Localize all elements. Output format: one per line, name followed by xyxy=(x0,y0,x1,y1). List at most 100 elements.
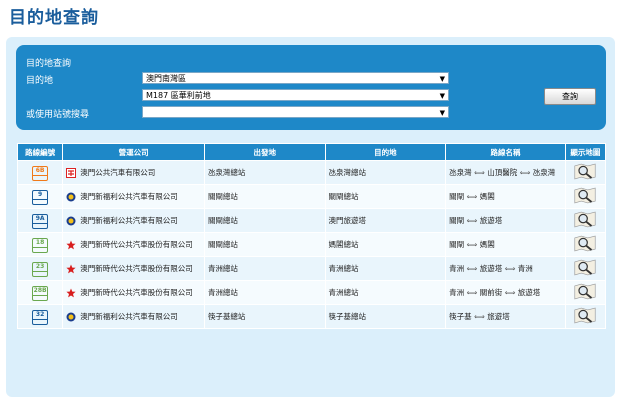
stop-select-value: M187 區華利前地 xyxy=(146,91,211,100)
bus-icon: 32 xyxy=(32,309,49,325)
route-name-stop: 旅遊塔 xyxy=(479,216,503,225)
map-cell xyxy=(564,256,607,281)
company-cell: 澳門新福利公共汽車有限公司 xyxy=(62,208,205,233)
arrow-icon: ⟺ xyxy=(504,264,516,273)
route-name-stop: 旅遊塔 xyxy=(487,312,510,321)
bus-icon: 6B xyxy=(32,165,49,181)
map-magnifier-icon[interactable] xyxy=(572,211,598,231)
header-map: 顯示地圖 xyxy=(564,143,607,161)
company-name: 澳門新福利公共汽車有限公司 xyxy=(80,216,178,225)
destination-select[interactable]: 澳門南灣區 ▼ xyxy=(142,72,449,84)
route-name-stop: 旅遊塔 xyxy=(517,288,541,297)
destination-label: 目的地 xyxy=(26,76,54,86)
destination-cell: 關閘總站 xyxy=(324,184,447,209)
chevron-down-icon: ▼ xyxy=(439,75,445,83)
route-name-stop: 關前街 xyxy=(479,288,503,297)
header-destination: 目的地 xyxy=(324,143,447,161)
arrow-icon: ⟺ xyxy=(466,240,478,249)
origin-cell: 青洲總站 xyxy=(203,256,326,281)
route-number: 32 xyxy=(35,310,45,318)
map-magnifier-icon[interactable] xyxy=(572,259,598,279)
map-cell xyxy=(564,160,607,185)
table-row: 23 澳門新時代公共汽車股份有限公司 青洲總站 青洲總站 青洲 ⟺ 旅遊塔 ⟺ 青洲 xyxy=(16,256,607,281)
company-name: 澳門新時代公共汽車股份有限公司 xyxy=(80,288,193,297)
map-magnifier-icon[interactable] xyxy=(572,283,598,303)
station-select[interactable]: ▼ xyxy=(142,106,449,118)
route-name-stop: 氹泉灣 xyxy=(449,168,472,177)
route-name-cell: 氹泉灣 ⟺ 山頂醫院 ⟺ 氹泉灣 xyxy=(445,160,566,185)
route-number: 9 xyxy=(38,190,43,198)
destination-cell: 氹泉灣總站 xyxy=(324,160,447,185)
company-name: 澳門新時代公共汽車股份有限公司 xyxy=(80,264,193,273)
page-title: 目的地查詢 xyxy=(9,8,99,28)
company-cell: 澳門新時代公共汽車股份有限公司 xyxy=(62,256,205,281)
station-label: 或使用站號搜尋 xyxy=(26,110,90,120)
header-route: 路線編號 xyxy=(16,143,64,161)
company-cell: 澳門新時代公共汽車股份有限公司 xyxy=(62,280,205,305)
route-name-stop: 氹泉灣 xyxy=(532,168,556,177)
table-row: 6B 澳門公共汽車有限公司 氹泉灣總站 氹泉灣總站 氹泉灣 ⟺ 山頂醫院 ⟺ 氹泉灣 xyxy=(16,160,607,185)
map-cell xyxy=(564,304,607,329)
destination-cell: 青洲總站 xyxy=(324,256,447,281)
route-cell: 32 xyxy=(16,304,64,329)
newera-logo-icon xyxy=(66,240,76,250)
search-panel-title: 目的地查詢 xyxy=(26,59,72,69)
transmac-logo-icon xyxy=(66,192,76,202)
company-name: 澳門公共汽車有限公司 xyxy=(80,168,156,177)
table-header-row: 路線編號 營運公司 出發地 目的地 路線名稱 顯示地圖 xyxy=(16,143,607,161)
route-name-stop: 關閘 xyxy=(449,192,465,201)
route-number: 9A xyxy=(35,214,45,222)
map-magnifier-icon[interactable] xyxy=(572,187,598,207)
map-magnifier-icon[interactable] xyxy=(572,307,598,327)
route-name-cell: 筷子基 ⟺ 旅遊塔 xyxy=(445,304,566,329)
route-name-cell: 關閘 ⟺ 媽閣 xyxy=(445,232,566,257)
company-name: 澳門新福利公共汽車有限公司 xyxy=(80,192,178,201)
results-table: 路線編號 營運公司 出發地 目的地 路線名稱 顯示地圖 6B 澳門公共汽車有限公司… xyxy=(16,143,607,329)
header-origin: 出發地 xyxy=(203,143,326,161)
origin-cell: 關閘總站 xyxy=(203,208,326,233)
arrow-icon: ⟺ xyxy=(474,168,485,177)
route-cell: 9 xyxy=(16,184,64,209)
route-cell: 18 xyxy=(16,232,64,257)
search-panel: 目的地查詢 目的地 澳門南灣區 ▼ M187 區華利前地 ▼ 或使用站號搜尋 ▼… xyxy=(16,45,606,130)
company-cell: 澳門新福利公共汽車有限公司 xyxy=(62,304,205,329)
route-name-stop: 筷子基 xyxy=(449,312,472,321)
route-name-stop: 關閘 xyxy=(449,216,465,225)
origin-cell: 筷子基總站 xyxy=(203,304,326,329)
origin-cell: 氹泉灣總站 xyxy=(203,160,326,185)
map-cell xyxy=(564,184,607,209)
bus-icon: 23 xyxy=(32,261,49,277)
map-magnifier-icon[interactable] xyxy=(572,163,598,183)
company-cell: 澳門新時代公共汽車股份有限公司 xyxy=(62,232,205,257)
route-cell: 28B xyxy=(16,280,64,305)
chevron-down-icon: ▼ xyxy=(439,92,445,100)
route-number: 18 xyxy=(35,238,45,246)
chevron-down-icon: ▼ xyxy=(439,109,445,117)
stop-select[interactable]: M187 區華利前地 ▼ xyxy=(142,89,449,101)
table-row: 9A 澳門新福利公共汽車有限公司 關閘總站 澳門旅遊塔 關閘 ⟺ 旅遊塔 xyxy=(16,208,607,233)
search-button[interactable]: 查詢 xyxy=(544,88,596,105)
route-cell: 6B xyxy=(16,160,64,185)
table-row: 28B 澳門新時代公共汽車股份有限公司 青洲總站 青洲總站 青洲 ⟺ 關前街 ⟺ 旅遊塔 xyxy=(16,280,607,305)
map-magnifier-icon[interactable] xyxy=(572,235,598,255)
arrow-icon: ⟺ xyxy=(466,216,478,225)
table-row: 18 澳門新時代公共汽車股份有限公司 關閘總站 媽閣總站 關閘 ⟺ 媽閣 xyxy=(16,232,607,257)
route-name-cell: 關閘 ⟺ 媽閣 xyxy=(445,184,566,209)
table-row: 9 澳門新福利公共汽車有限公司 關閘總站 關閘總站 關閘 ⟺ 媽閣 xyxy=(16,184,607,209)
route-cell: 9A xyxy=(16,208,64,233)
route-number: 23 xyxy=(35,262,45,270)
destination-cell: 媽閣總站 xyxy=(324,232,447,257)
route-name-stop: 青洲 xyxy=(517,264,533,273)
bus-icon: 9A xyxy=(32,213,49,229)
route-cell: 23 xyxy=(16,256,64,281)
destination-cell: 澳門旅遊塔 xyxy=(324,208,447,233)
company-cell: 澳門新福利公共汽車有限公司 xyxy=(62,184,205,209)
bus-icon: 9 xyxy=(32,189,49,205)
origin-cell: 關閘總站 xyxy=(203,232,326,257)
route-name-stop: 旅遊塔 xyxy=(479,264,503,273)
transmac-logo-icon xyxy=(66,312,76,322)
map-cell xyxy=(564,232,607,257)
header-company: 營運公司 xyxy=(62,143,205,161)
route-name-stop: 媽閣 xyxy=(479,240,495,249)
arrow-icon: ⟺ xyxy=(466,192,478,201)
